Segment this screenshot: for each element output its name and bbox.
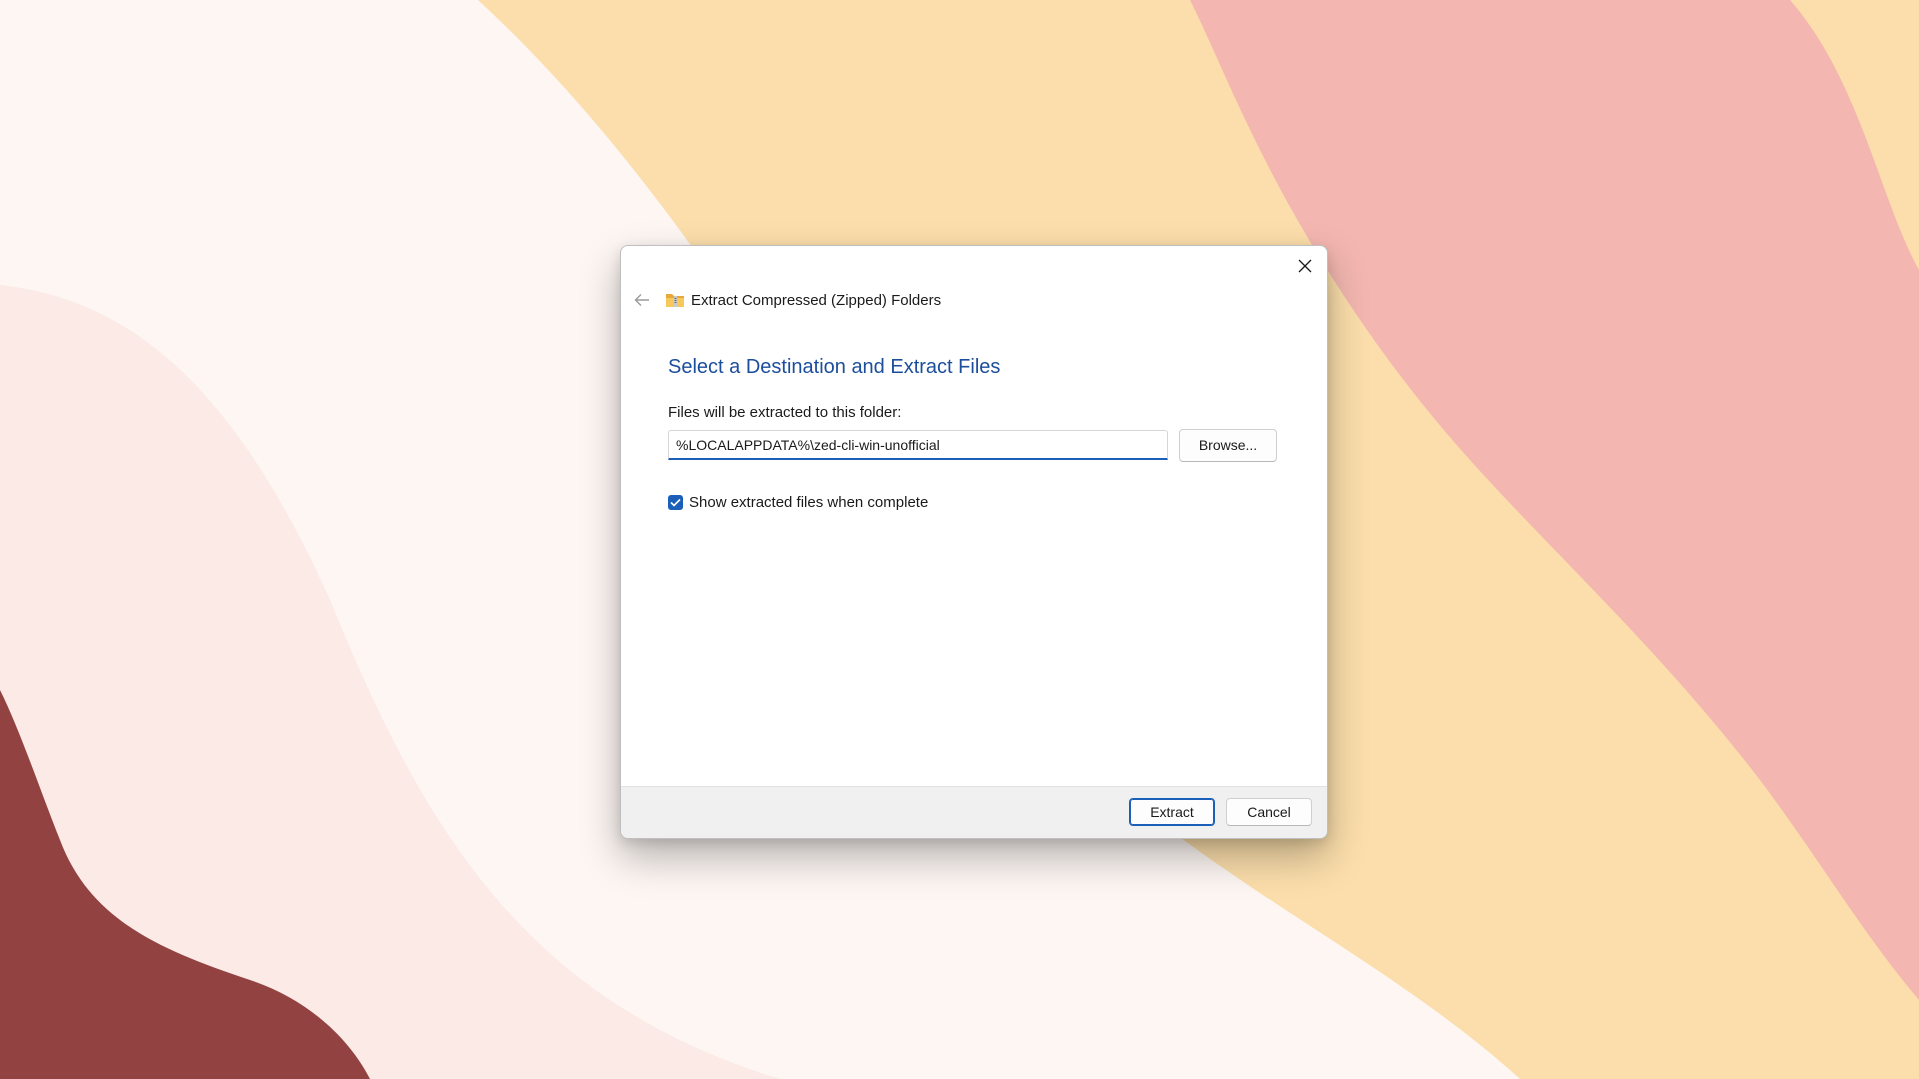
show-files-checkbox[interactable]	[668, 495, 683, 510]
back-button[interactable]	[629, 288, 655, 312]
close-button[interactable]	[1289, 252, 1321, 280]
extract-wizard-dialog: Extract Compressed (Zipped) Folders Sele…	[620, 245, 1328, 839]
desktop: Extract Compressed (Zipped) Folders Sele…	[0, 0, 1919, 1079]
cancel-button[interactable]: Cancel	[1226, 798, 1312, 826]
wizard-title: Extract Compressed (Zipped) Folders	[691, 291, 942, 309]
checkmark-icon	[670, 498, 681, 507]
extract-button[interactable]: Extract	[1129, 798, 1215, 826]
browse-button[interactable]: Browse...	[1179, 429, 1277, 462]
dialog-footer: Extract Cancel	[621, 786, 1327, 838]
zipped-folder-icon	[665, 291, 685, 309]
wizard-nav-row: Extract Compressed (Zipped) Folders	[629, 288, 941, 312]
arrow-left-icon	[634, 294, 649, 306]
close-icon	[1298, 259, 1312, 273]
destination-path-input[interactable]	[668, 430, 1168, 460]
show-files-checkbox-row[interactable]: Show extracted files when complete	[668, 494, 928, 511]
page-heading: Select a Destination and Extract Files	[668, 356, 1001, 378]
destination-label: Files will be extracted to this folder:	[668, 404, 902, 421]
show-files-label: Show extracted files when complete	[689, 494, 929, 511]
